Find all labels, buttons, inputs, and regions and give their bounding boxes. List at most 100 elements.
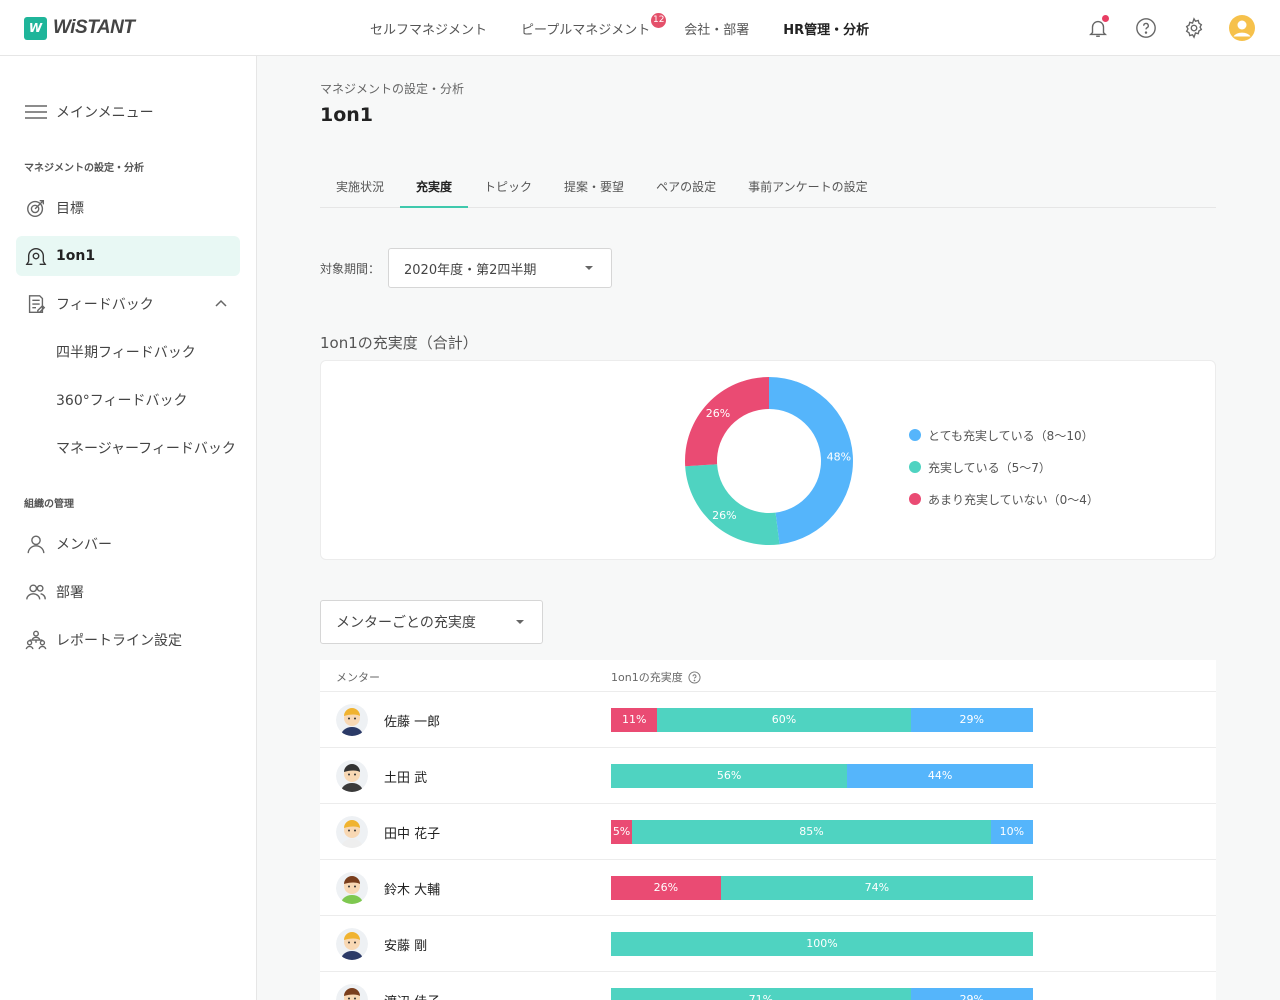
bell-icon[interactable]: [1084, 14, 1112, 42]
sidebar-item-report-line[interactable]: レポートライン設定: [16, 620, 240, 660]
table-row[interactable]: 鈴木 大輔 26% 74%: [320, 860, 1216, 916]
segment-not-fulfilled: 26%: [611, 876, 721, 900]
breadcrumb[interactable]: マネジメントの設定・分析: [320, 80, 464, 97]
legend-dot-not: [909, 493, 921, 505]
chat-bubbles-icon: [24, 244, 48, 268]
table-row[interactable]: 渡辺 佳子 71%29%: [320, 972, 1216, 1000]
summary-chart-card: 48% 26% 26% とても充実している（8〜10） 充実している（5〜7） あま…: [320, 360, 1216, 560]
mentor-avatar: [336, 704, 368, 736]
hamburger-menu-icon: [24, 100, 48, 124]
satisfaction-bar: 71% 29%: [611, 988, 1033, 1000]
table-header: メンター 1on1の充実度: [320, 660, 1216, 692]
view-mode-select-value: メンターごとの充実度: [336, 615, 476, 631]
mentor-name: 田中 花子: [384, 827, 441, 842]
view-mode-select[interactable]: メンターごとの充実度: [320, 600, 543, 644]
column-header-mentor: メンター: [336, 669, 380, 685]
sidebar-item-feedback[interactable]: フィードバック: [16, 284, 240, 324]
app-logo[interactable]: W WiSTANT: [24, 16, 135, 40]
chevron-up-icon[interactable]: [214, 296, 228, 314]
legend-label-fulfilled: 充実している（5〜7）: [928, 460, 1051, 475]
segment-fulfilled: 85%: [632, 820, 991, 844]
table-body: 佐藤 一郎 11% 60% 29% 土田 武 56% 44% 田中 花子 5% 85% 10% 鈴木 …: [320, 692, 1216, 1000]
slice-fulfilled: [685, 464, 780, 545]
topnav-hr-management[interactable]: HR管理・分析: [783, 19, 869, 38]
tab-pair-settings[interactable]: ペアの設定: [640, 168, 732, 208]
tab-proposals[interactable]: 提案・要望: [548, 168, 640, 208]
topnav-self-management[interactable]: セルフマネジメント: [370, 19, 487, 38]
sidebar-item-label: フィードバック: [56, 297, 154, 313]
column-header-satisfaction: 1on1の充実度: [611, 669, 701, 685]
sidebar-item-label: メインメニュー: [56, 105, 154, 121]
satisfaction-bar: 26% 74%: [611, 876, 1033, 900]
slice-very-fulfilled-label: 48%: [827, 451, 851, 464]
period-select[interactable]: 2020年度・第2四半期: [388, 248, 612, 288]
sidebar-item-goal[interactable]: 目標: [16, 188, 240, 228]
topnav-people-management-label: ピープルマネジメント: [521, 22, 651, 38]
sidebar-subitem-360-feedback[interactable]: 360°フィードバック: [56, 390, 187, 410]
segment-very-fulfilled: 44%: [847, 764, 1033, 788]
column-header-mentor-label: メンター: [336, 671, 380, 684]
table-row[interactable]: 土田 武 56% 44%: [320, 748, 1216, 804]
sidebar-item-label: レポートライン設定: [56, 633, 182, 649]
top-navigation: セルフマネジメント ピープルマネジメント 12 会社・部署 HR管理・分析: [370, 0, 903, 56]
summary-title: 1on1の充実度（合計）: [320, 334, 478, 352]
segment-fulfilled: 71%: [611, 988, 911, 1000]
logo-mark: W: [24, 16, 47, 40]
topnav-people-management[interactable]: ピープルマネジメント 12: [521, 12, 667, 38]
sidebar-item-departments[interactable]: 部署: [16, 572, 240, 612]
tab-implementation-status[interactable]: 実施状況: [320, 168, 400, 208]
segment-very-fulfilled: 29%: [910, 988, 1033, 1000]
legend-item-very: とても充実している（8〜10）: [909, 419, 1099, 451]
period-label: 対象期間：: [320, 262, 381, 276]
header-actions: [1084, 14, 1256, 42]
legend-dot-fulfilled: [909, 461, 921, 473]
table-row[interactable]: 田中 花子 5% 85% 10%: [320, 804, 1216, 860]
tab-survey-settings[interactable]: 事前アンケートの設定: [732, 168, 884, 208]
legend-label-very: とても充実している（8〜10）: [928, 428, 1094, 443]
satisfaction-bar: 11% 60% 29%: [611, 708, 1033, 732]
slice-not-fulfilled-label: 26%: [706, 407, 730, 420]
sidebar-item-label: 目標: [56, 201, 84, 217]
legend-item-not: あまり充実していない（0〜4）: [909, 483, 1099, 515]
topnav-company-department[interactable]: 会社・部署: [684, 19, 749, 38]
segment-very-fulfilled: 29%: [910, 708, 1033, 732]
sidebar-item-label: 1on1: [56, 248, 96, 264]
sidebar-item-main-menu[interactable]: メインメニュー: [16, 92, 240, 132]
person-icon: [24, 532, 48, 556]
sidebar-subitem-manager-feedback[interactable]: マネージャーフィードバック: [56, 438, 236, 458]
segment-not-fulfilled: 5%: [611, 820, 633, 844]
column-header-satisfaction-label: 1on1の充実度: [611, 671, 683, 684]
feedback-document-icon: [24, 292, 48, 316]
notification-count-badge: 12: [651, 12, 667, 28]
sidebar-item-members[interactable]: メンバー: [16, 524, 240, 564]
table-row[interactable]: 佐藤 一郎 11% 60% 29%: [320, 692, 1216, 748]
slice-fulfilled-label: 26%: [712, 509, 736, 522]
mentor-name: 佐藤 一郎: [384, 715, 441, 730]
logo-text: WiSTANT: [53, 17, 135, 38]
table-row[interactable]: 安藤 剛 100%: [320, 916, 1216, 972]
segment-very-fulfilled: 10%: [990, 820, 1033, 844]
page-title: 1on1: [320, 104, 374, 126]
app-header: W WiSTANT セルフマネジメント ピープルマネジメント 12 会社・部署 …: [0, 0, 1280, 56]
mentor-satisfaction-table: メンター 1on1の充実度 佐藤 一郎 11% 60% 29% 土田 武 56% 44% 田中…: [320, 660, 1216, 1000]
help-icon[interactable]: [1132, 14, 1160, 42]
gear-icon[interactable]: [1180, 14, 1208, 42]
help-icon[interactable]: [688, 670, 701, 684]
sidebar-item-label: メンバー: [56, 537, 112, 553]
sidebar-item-1on1[interactable]: 1on1: [16, 236, 240, 276]
legend-item-fulfilled: 充実している（5〜7）: [909, 451, 1099, 483]
sidebar-section-management: マネジメントの設定・分析: [24, 163, 144, 174]
chart-legend: とても充実している（8〜10） 充実している（5〜7） あまり充実していない（0…: [909, 419, 1099, 515]
user-avatar[interactable]: [1228, 14, 1256, 42]
mentor-avatar: [336, 816, 368, 848]
sidebar-subitem-quarterly-feedback[interactable]: 四半期フィードバック: [56, 342, 196, 362]
period-select-value: 2020年度・第2四半期: [404, 262, 537, 278]
tab-bar: 実施状況 充実度 トピック 提案・要望 ペアの設定 事前アンケートの設定: [320, 168, 1216, 208]
mentor-avatar: [336, 984, 368, 1000]
tab-topics[interactable]: トピック: [468, 168, 548, 208]
sidebar-section-organization: 組織の管理: [24, 499, 74, 510]
group-icon: [24, 580, 48, 604]
legend-dot-very: [909, 429, 921, 441]
tab-satisfaction[interactable]: 充実度: [400, 168, 469, 208]
segment-fulfilled: 60%: [657, 708, 911, 732]
